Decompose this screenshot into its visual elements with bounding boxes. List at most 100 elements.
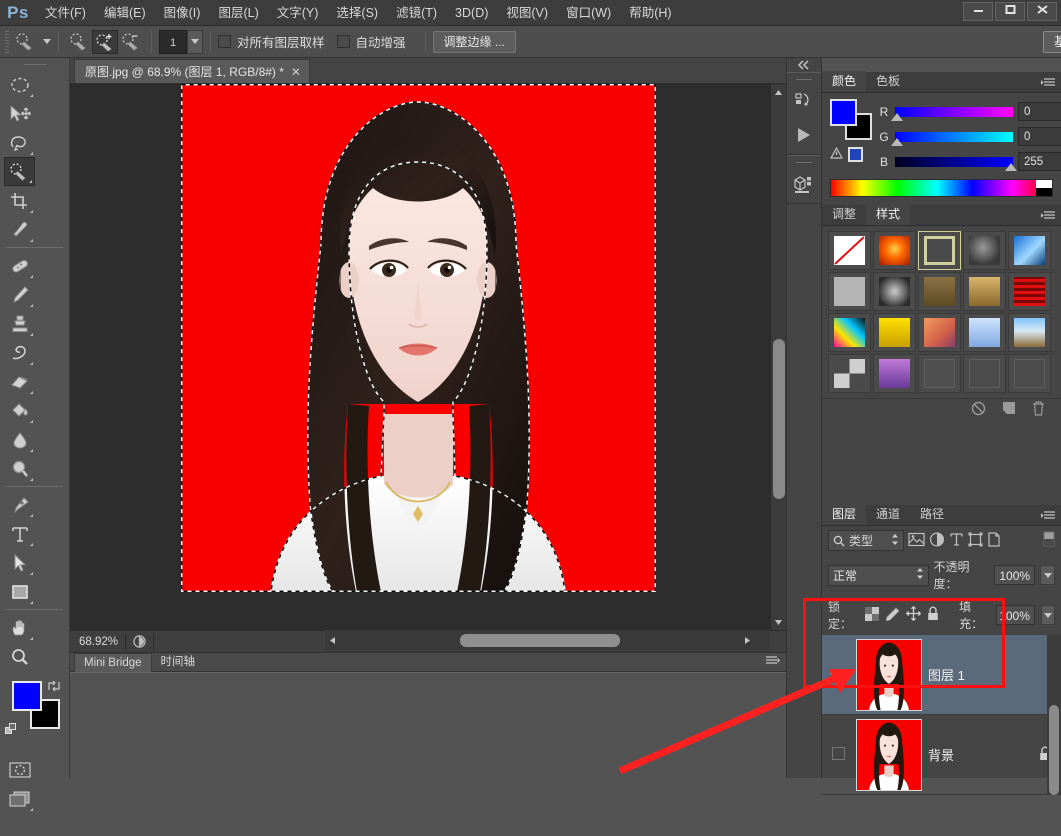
channel-slider-g[interactable] [891,131,1013,146]
layer-thumbnail[interactable] [856,718,922,791]
scroll-down-icon[interactable] [771,614,786,630]
brush-size-input[interactable]: 1 [159,29,187,54]
swap-colors-icon[interactable] [47,679,61,696]
canvas-vertical-scrollbar[interactable] [770,84,786,630]
tab-adjustments[interactable]: 调整 [822,204,866,225]
rainbow-style[interactable] [828,313,871,352]
dark-vignette-style[interactable] [873,272,916,311]
close-button[interactable] [1027,2,1057,21]
plain-grey-style[interactable] [918,354,961,393]
none-style[interactable] [828,231,871,270]
out-of-gamut-icon[interactable] [829,146,844,162]
styles-panel-menu-icon[interactable] [1041,210,1057,224]
menu-item-9[interactable]: 窗口(W) [557,0,620,26]
red-stripes-style[interactable] [1008,272,1051,311]
scroll-left-icon[interactable] [325,634,339,648]
healing-brush-tool[interactable] [4,251,35,280]
brush-size-chevron-down-icon[interactable] [187,29,203,54]
lock-all-icon[interactable] [927,606,939,624]
bronze-style[interactable] [918,272,961,311]
purple-gradient-style[interactable] [873,354,916,393]
lasso-tool[interactable] [4,128,35,157]
screen-mode-button[interactable] [4,784,35,813]
tab-swatches[interactable]: 色板 [866,71,910,92]
bottom-panel-menu-icon[interactable] [766,655,780,669]
color-panel-foreground-swatch[interactable] [830,99,857,126]
new-selection-mode-icon[interactable] [66,30,92,54]
empty-a-style[interactable] [963,354,1006,393]
gold-gradient-style[interactable] [963,272,1006,311]
blue-sky-style[interactable] [1008,231,1051,270]
lock-image-icon[interactable] [885,606,900,624]
zoom-level-input[interactable]: 68.92% [72,632,126,651]
layer-visibility-toggle[interactable] [826,667,850,682]
history-group-grip[interactable] [787,75,821,84]
menu-item-6[interactable]: 滤镜(T) [387,0,446,26]
layer-name-1[interactable]: 图层 1 [928,665,1061,684]
minimize-button[interactable] [963,2,993,21]
new-style-icon[interactable] [1002,401,1016,418]
layer-filter-toggle[interactable] [1043,531,1055,550]
type-tool[interactable] [4,519,35,548]
rectangle-tool[interactable] [4,577,35,606]
layer-row-1[interactable]: 图层 1 [822,635,1061,715]
light-blue-style[interactable] [963,313,1006,352]
workspace-button[interactable]: 基本功能 [1043,31,1061,53]
blend-mode-select[interactable]: 正常 [828,564,929,586]
path-selection-tool[interactable] [4,548,35,577]
canvas-horizontal-scroll-thumb[interactable] [460,634,620,647]
options-bar-grip[interactable] [2,29,12,55]
document-tab[interactable]: 原图.jpg @ 68.9% (图层 1, RGB/8#) * ✕ [74,59,310,83]
blur-tool[interactable] [4,425,35,454]
actions-panel-icon[interactable] [787,118,821,152]
move-tool[interactable] [4,99,35,128]
zoom-tool[interactable] [4,642,35,671]
add-to-selection-mode-icon[interactable] [92,29,118,54]
3d-panel-icon[interactable] [787,167,821,201]
menu-item-4[interactable]: 文字(Y) [268,0,328,26]
channel-slider-r[interactable] [891,106,1013,121]
blend-mode-chevron-icon[interactable] [916,568,924,582]
lock-transparent-icon[interactable] [865,606,880,624]
channel-input-r[interactable]: 0 [1018,102,1061,121]
close-icon[interactable]: ✕ [291,60,301,84]
clear-style-icon[interactable] [971,401,986,419]
adjustment-filter-icon[interactable] [929,531,945,550]
tool-preset-chevron-down-icon[interactable] [43,39,51,44]
menu-item-1[interactable]: 编辑(E) [95,0,155,26]
dodge-tool[interactable] [4,454,35,483]
layer-thumbnail[interactable] [856,638,922,711]
marquee-tool[interactable] [4,70,35,99]
menu-item-7[interactable]: 3D(D) [446,0,497,26]
brush-tool[interactable] [4,280,35,309]
tab-mini-bridge[interactable]: Mini Bridge [74,652,152,672]
channel-slider-b[interactable] [895,156,1017,171]
noise-style[interactable] [828,354,871,393]
eraser-tool[interactable] [4,367,35,396]
channel-input-g[interactable]: 0 [1018,127,1061,146]
history-panel-icon[interactable] [787,84,821,118]
yellow-button-style[interactable] [873,313,916,352]
opacity-input[interactable]: 100% [993,565,1036,585]
type-filter-icon[interactable] [949,532,964,550]
history-brush-tool[interactable] [4,338,35,367]
maximize-button[interactable] [995,2,1025,21]
tab-layers[interactable]: 图层 [822,504,867,525]
layers-panel-menu-icon[interactable] [1041,510,1057,524]
foreground-color-swatch[interactable] [12,681,42,711]
channel-input-b[interactable]: 255 [1018,152,1061,171]
menu-item-5[interactable]: 选择(S) [327,0,387,26]
landscape-style[interactable] [1008,313,1051,352]
delete-style-icon[interactable] [1032,400,1045,419]
grey-flat-style[interactable] [828,272,871,311]
menu-item-8[interactable]: 视图(V) [497,0,557,26]
layers-vertical-scrollbar[interactable] [1047,635,1061,795]
black-white-swatches[interactable] [1036,180,1052,196]
sample-all-layers-checkbox[interactable] [218,35,231,48]
crop-tool[interactable] [4,186,35,215]
color-spectrum-ramp[interactable] [830,179,1053,197]
tools-panel-grip[interactable] [0,58,69,70]
scroll-up-icon[interactable] [771,84,786,100]
3d-group-grip[interactable] [787,158,821,167]
subtract-from-selection-mode-icon[interactable] [118,30,144,54]
